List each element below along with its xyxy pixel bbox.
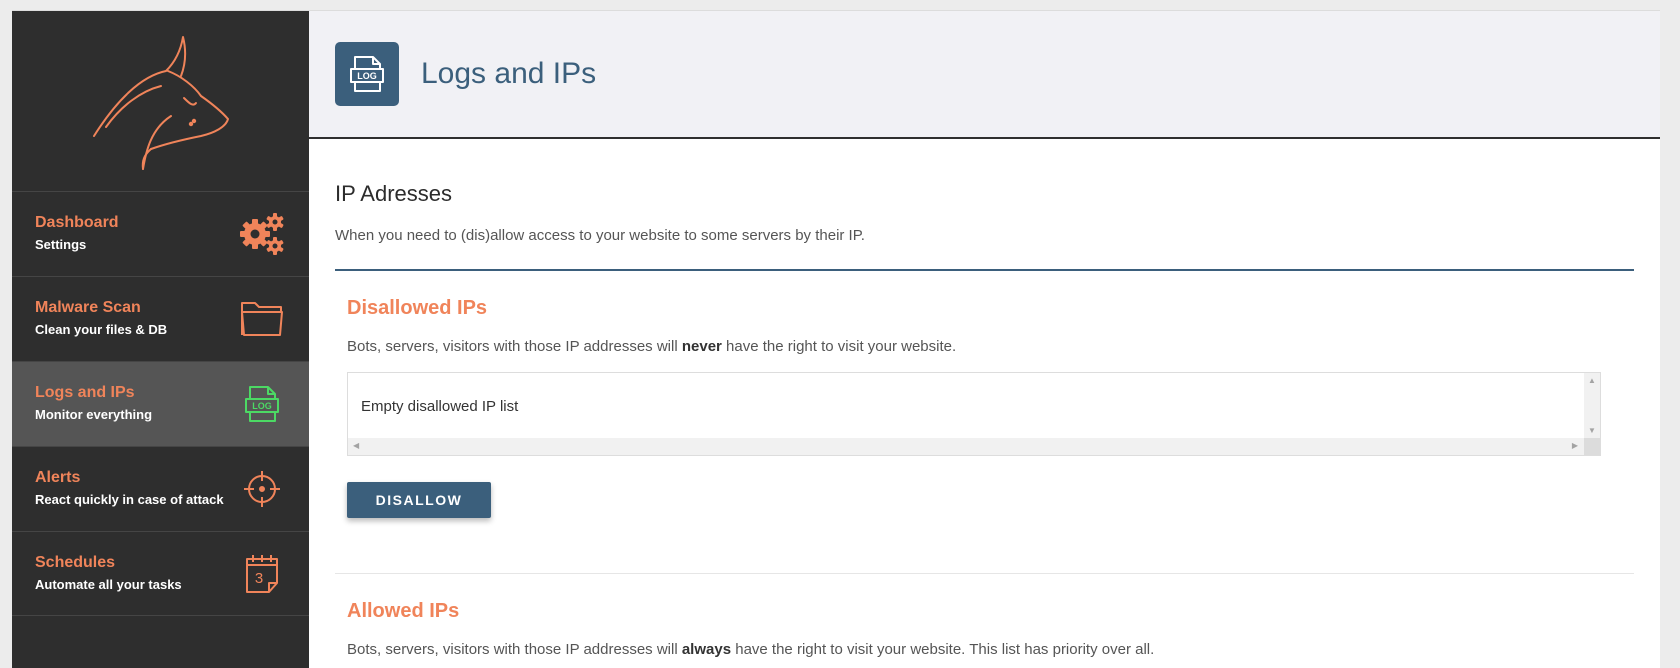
log-file-icon: LOG bbox=[237, 379, 287, 429]
horizontal-scrollbar[interactable]: ◀ ▶ bbox=[348, 438, 1600, 455]
scroll-left-arrow-icon[interactable]: ◀ bbox=[353, 442, 359, 450]
scroll-up-arrow-icon[interactable]: ▲ bbox=[1588, 377, 1596, 385]
calendar-icon: 3 bbox=[237, 549, 287, 599]
gears-icon bbox=[237, 209, 287, 259]
sidebar-item-title: Alerts bbox=[35, 469, 81, 486]
allowed-ips-title: Allowed IPs bbox=[347, 600, 460, 622]
desc-text: Bots, servers, visitors with those IP ad… bbox=[347, 641, 682, 658]
sidebar-item-subtitle: Settings bbox=[35, 237, 87, 252]
sidebar-item-malware-scan[interactable]: Malware Scan Clean your files & DB bbox=[12, 276, 309, 361]
scroll-right-arrow-icon[interactable]: ▶ bbox=[1572, 442, 1578, 450]
content-area: IP Adresses When you need to (dis)allow … bbox=[309, 181, 1660, 658]
calendar-day-number: 3 bbox=[255, 570, 263, 587]
allowed-ips-block: Allowed IPs Bots, servers, visitors with… bbox=[335, 600, 1634, 658]
sidebar-item-title: Dashboard bbox=[35, 214, 119, 231]
section-description: When you need to (dis)allow access to yo… bbox=[335, 227, 865, 244]
sidebar-item-schedules[interactable]: Schedules Automate all your tasks 3 bbox=[12, 531, 309, 616]
page-title: Logs and IPs bbox=[421, 57, 597, 90]
sidebar-item-title: Malware Scan bbox=[35, 299, 141, 316]
sidebar-item-subtitle: Clean your files & DB bbox=[35, 322, 168, 337]
svg-text:LOG: LOG bbox=[252, 401, 272, 411]
desc-text: have the right to visit your website. Th… bbox=[731, 641, 1155, 658]
scroll-down-arrow-icon[interactable]: ▼ bbox=[1588, 427, 1596, 435]
dog-logo bbox=[12, 11, 309, 191]
sidebar: Dashboard Settings Malware Scan Clean yo… bbox=[12, 11, 309, 668]
desc-text: Bots, servers, visitors with those IP ad… bbox=[347, 338, 682, 355]
disallowed-ips-block: Disallowed IPs Bots, servers, visitors w… bbox=[335, 297, 1634, 518]
folder-icon bbox=[237, 294, 287, 344]
app-window: Dashboard Settings Malware Scan Clean yo… bbox=[12, 10, 1660, 668]
disallowed-ips-description: Bots, servers, visitors with those IP ad… bbox=[347, 338, 1634, 355]
page-header: LOG Logs and IPs bbox=[309, 11, 1660, 139]
sidebar-item-dashboard[interactable]: Dashboard Settings bbox=[12, 191, 309, 276]
crosshair-icon bbox=[237, 464, 287, 514]
sidebar-item-title: Schedules bbox=[35, 553, 116, 571]
disallow-button[interactable]: DISALLOW bbox=[347, 482, 491, 518]
sidebar-nav: Dashboard Settings Malware Scan Clean yo… bbox=[12, 191, 309, 616]
empty-list-text: Empty disallowed IP list bbox=[361, 398, 519, 415]
block-divider bbox=[335, 573, 1634, 574]
log-file-icon: LOG bbox=[335, 42, 399, 106]
sidebar-item-title: Logs and IPs bbox=[35, 384, 135, 401]
sidebar-item-subtitle: Automate all your tasks bbox=[35, 576, 182, 592]
sidebar-item-subtitle: React quickly in case of attack bbox=[35, 492, 224, 507]
section-divider bbox=[335, 269, 1634, 271]
scrollbar-corner bbox=[1584, 438, 1600, 455]
desc-emphasis: never bbox=[681, 338, 722, 355]
desc-emphasis: always bbox=[681, 641, 732, 658]
vertical-scrollbar[interactable]: ▲ ▼ bbox=[1584, 373, 1600, 439]
header-icon-label: LOG bbox=[357, 71, 377, 81]
sidebar-item-subtitle: Monitor everything bbox=[35, 407, 153, 422]
sidebar-item-logs-and-ips[interactable]: Logs and IPs Monitor everything LOG bbox=[12, 361, 309, 446]
section-title: IP Adresses bbox=[335, 181, 452, 206]
allowed-ips-description: Bots, servers, visitors with those IP ad… bbox=[347, 641, 1634, 658]
sidebar-item-alerts[interactable]: Alerts React quickly in case of attack bbox=[12, 446, 309, 531]
disallowed-ips-title: Disallowed IPs bbox=[347, 297, 488, 319]
desc-text: have the right to visit your website. bbox=[721, 338, 957, 355]
main-content: LOG Logs and IPs IP Adresses When you ne… bbox=[309, 11, 1660, 668]
disallowed-ip-list[interactable]: Empty disallowed IP list ▲ ▼ ◀ ▶ bbox=[347, 372, 1601, 456]
